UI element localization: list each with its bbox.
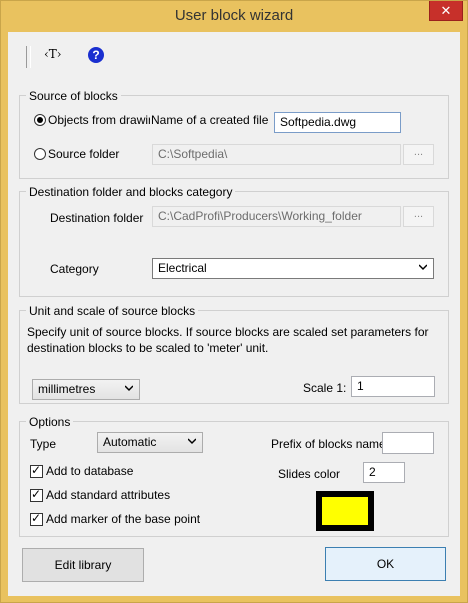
category-select[interactable]: Electrical	[152, 258, 434, 279]
source-folder-input: C:\Softpedia\	[152, 144, 401, 165]
title-bar[interactable]: User block wizard ✕	[1, 1, 467, 31]
add-to-database-label[interactable]: Add to database	[46, 464, 133, 478]
chevron-down-icon	[125, 385, 133, 392]
ok-button[interactable]: OK	[325, 547, 446, 581]
chevron-down-icon	[188, 438, 196, 445]
scale-label: Scale 1:	[303, 381, 347, 395]
wizard-window: User block wizard ✕ ‹T› ? Source of bloc…	[0, 0, 468, 603]
options-legend: Options	[26, 415, 74, 429]
edit-library-button[interactable]: Edit library	[22, 548, 144, 582]
category-value: Electrical	[158, 261, 207, 275]
destination-folder-browse-button: ...	[403, 206, 434, 227]
destination-group: Destination folder and blocks category D…	[19, 185, 449, 297]
unit-select[interactable]: millimetres	[32, 379, 140, 400]
type-select[interactable]: Automatic	[97, 432, 203, 453]
destination-folder-input: C:\CadProfi\Producers\Working_folder	[152, 206, 401, 227]
destination-legend: Destination folder and blocks category	[26, 185, 236, 199]
window-title: User block wizard	[174, 7, 294, 24]
radio-source-folder-label[interactable]: Source folder	[48, 147, 119, 161]
type-value: Automatic	[103, 435, 157, 449]
source-group: Source of blocks Objects from drawing Na…	[19, 89, 449, 179]
source-legend: Source of blocks	[26, 89, 121, 103]
slides-color-input[interactable]: 2	[363, 462, 405, 483]
scale-input[interactable]: 1	[351, 376, 435, 397]
category-label: Category	[50, 262, 99, 276]
add-marker-label[interactable]: Add marker of the base point	[46, 512, 200, 526]
close-button[interactable]: ✕	[429, 1, 463, 21]
file-name-input[interactable]: Softpedia.dwg	[274, 112, 401, 133]
unit-group: Unit and scale of source blocks Specify …	[19, 304, 449, 404]
text-tool-icon[interactable]: ‹T›	[44, 47, 62, 61]
add-standard-attributes-checkbox[interactable]	[30, 487, 43, 502]
unit-value: millimetres	[38, 382, 96, 396]
prefix-input[interactable]	[382, 432, 434, 454]
radio-source-folder[interactable]	[34, 148, 46, 160]
chevron-down-icon	[419, 264, 427, 271]
unit-description: Specify unit of source blocks. If source…	[27, 325, 429, 355]
toolbar-grip-icon[interactable]	[26, 46, 31, 68]
dialog-client-area: ‹T› ? Source of blocks Objects from draw…	[8, 32, 460, 596]
slides-color-label: Slides color	[278, 467, 341, 481]
unit-legend: Unit and scale of source blocks	[26, 304, 199, 318]
radio-objects-from-drawing-label[interactable]: Objects from drawing	[48, 113, 150, 127]
options-group: Options Type Automatic Prefix of blocks …	[19, 415, 449, 537]
add-standard-attributes-label[interactable]: Add standard attributes	[46, 488, 170, 502]
radio-objects-from-drawing[interactable]	[34, 114, 46, 126]
help-icon[interactable]: ?	[88, 47, 104, 63]
source-folder-browse-button: ...	[403, 144, 434, 165]
type-label: Type	[30, 437, 57, 451]
prefix-label: Prefix of blocks names	[271, 437, 392, 451]
slides-color-swatch[interactable]	[316, 491, 374, 531]
file-name-label: Name of a created file	[151, 113, 269, 127]
add-marker-checkbox[interactable]	[30, 511, 43, 526]
destination-folder-label: Destination folder	[50, 211, 144, 225]
add-to-database-checkbox[interactable]	[30, 463, 43, 478]
